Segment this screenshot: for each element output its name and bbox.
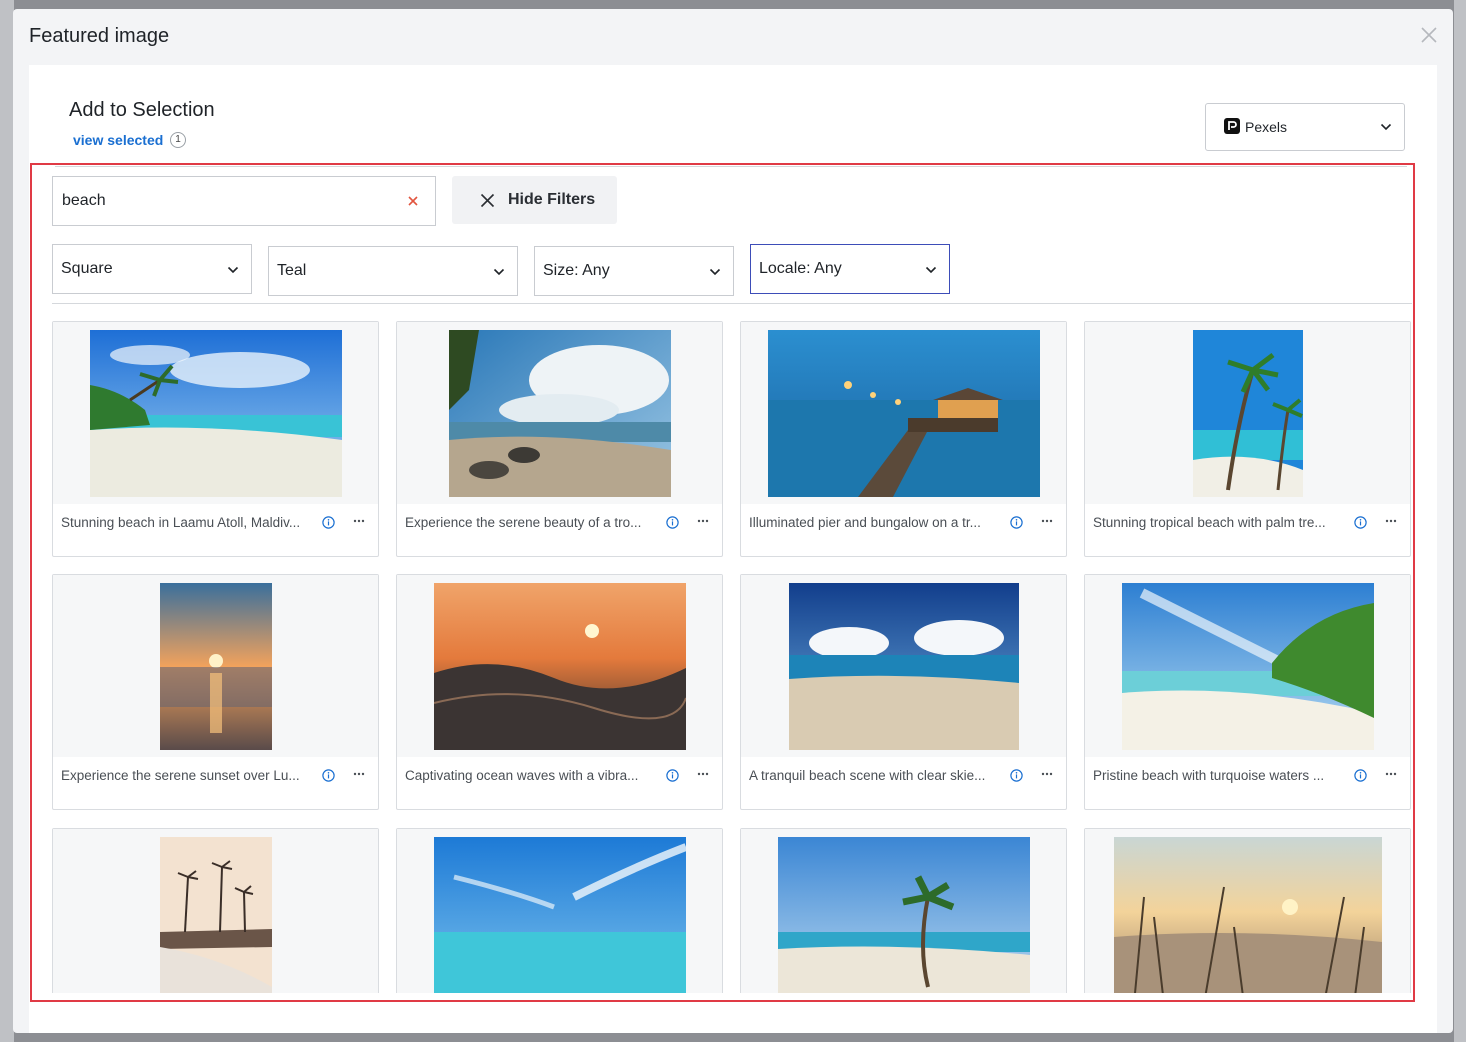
more-options-icon[interactable] <box>1384 767 1398 781</box>
chevron-down-icon <box>1380 123 1392 131</box>
dune-grass-photo-thumbnail[interactable] <box>1114 837 1382 993</box>
result-card[interactable]: Pristine beach with turquoise waters ... <box>1084 574 1411 810</box>
modal-title: Featured image <box>29 25 170 47</box>
info-icon[interactable] <box>666 516 679 529</box>
sunset-photo-thumbnail[interactable] <box>160 583 272 750</box>
results-grid: Stunning beach in Laamu Atoll, Maldiv...… <box>40 310 1420 993</box>
info-icon[interactable] <box>1010 769 1023 782</box>
thumbnail-area <box>1085 322 1410 504</box>
background-page-left <box>0 0 14 1042</box>
result-card[interactable]: Experience the serene beauty of a tro... <box>396 321 723 557</box>
more-options-icon[interactable] <box>352 767 366 781</box>
thumbnail-area <box>53 829 378 993</box>
orientation-filter-value: Square <box>61 260 113 277</box>
orientation-filter[interactable]: Square <box>52 244 252 294</box>
more-options-icon[interactable] <box>1040 767 1054 781</box>
thumbnail-area <box>741 575 1066 757</box>
thumbnail-area <box>53 322 378 504</box>
result-card[interactable]: Stunning tropical beach with palm tre... <box>1084 321 1411 557</box>
palm-silhouette-photo-thumbnail[interactable] <box>160 837 272 993</box>
turquoise-sea-photo-thumbnail[interactable] <box>434 837 686 993</box>
more-options-icon[interactable] <box>696 514 710 528</box>
thumbnail-area <box>397 575 722 757</box>
view-selected-link[interactable]: view selected <box>73 132 163 148</box>
info-icon[interactable] <box>666 769 679 782</box>
result-card[interactable]: Experience the serene sunset over Lu... <box>52 574 379 810</box>
selected-count-badge: 1 <box>170 132 186 148</box>
result-card[interactable]: A tranquil beach scene with clear skie..… <box>740 574 1067 810</box>
result-card[interactable]: Illuminated pier and bungalow on a tr... <box>740 321 1067 557</box>
filters-divider <box>52 303 1412 304</box>
ocean-waves-photo-thumbnail[interactable] <box>434 583 686 750</box>
pier-photo-thumbnail[interactable] <box>768 330 1040 497</box>
background-page-right <box>1454 0 1466 1042</box>
thumbnail-area <box>1085 829 1410 993</box>
info-icon[interactable] <box>322 769 335 782</box>
result-caption: Stunning beach in Laamu Atoll, Maldiv... <box>61 515 301 530</box>
info-icon[interactable] <box>322 516 335 529</box>
result-card[interactable]: Captivating ocean waves with a vibra... <box>396 574 723 810</box>
chevron-down-icon <box>493 268 505 276</box>
more-options-icon[interactable] <box>352 514 366 528</box>
color-filter-value: Teal <box>277 262 307 279</box>
locale-filter[interactable]: Locale: Any <box>750 244 950 294</box>
thumbnail-area <box>741 829 1066 993</box>
close-icon[interactable] <box>1417 23 1441 47</box>
tranquil-beach-photo-thumbnail[interactable] <box>789 583 1019 750</box>
result-card[interactable] <box>396 828 723 993</box>
result-card[interactable] <box>1084 828 1411 993</box>
thumbnail-area <box>1085 575 1410 757</box>
modal-header: Featured image <box>13 9 1453 65</box>
close-icon <box>480 193 495 208</box>
result-caption: Pristine beach with turquoise waters ... <box>1093 768 1325 783</box>
size-filter[interactable]: Size: Any <box>534 246 734 296</box>
result-caption: Illuminated pier and bungalow on a tr... <box>749 515 981 530</box>
windy-palm-photo-thumbnail[interactable] <box>778 837 1030 993</box>
thumbnail-area <box>741 322 1066 504</box>
info-icon[interactable] <box>1354 516 1367 529</box>
chevron-down-icon <box>709 268 721 276</box>
hide-filters-button[interactable]: Hide Filters <box>452 176 617 224</box>
source-select[interactable]: Pexels <box>1205 103 1405 151</box>
chevron-down-icon <box>227 266 239 274</box>
locale-filter-value: Locale: Any <box>759 260 842 277</box>
add-to-selection-heading: Add to Selection <box>69 99 215 121</box>
result-caption: Experience the serene beauty of a tro... <box>405 515 642 530</box>
result-caption: Stunning tropical beach with palm tre... <box>1093 515 1326 530</box>
pristine-beach-photo-thumbnail[interactable] <box>1122 583 1374 750</box>
result-caption: A tranquil beach scene with clear skie..… <box>749 768 986 783</box>
result-caption: Experience the serene sunset over Lu... <box>61 768 300 783</box>
source-select-value: Pexels <box>1245 119 1288 135</box>
chevron-down-icon <box>925 266 937 274</box>
thumbnail-area <box>53 575 378 757</box>
search-input[interactable]: beach <box>52 176 436 226</box>
thumbnail-area <box>397 829 722 993</box>
clear-search-icon[interactable] <box>407 195 419 207</box>
palm-beach-photo-thumbnail[interactable] <box>1193 330 1303 497</box>
more-options-icon[interactable] <box>1384 514 1398 528</box>
beach-photo-thumbnail[interactable] <box>90 330 342 497</box>
result-card[interactable]: Stunning beach in Laamu Atoll, Maldiv... <box>52 321 379 557</box>
result-card[interactable] <box>52 828 379 993</box>
result-caption: Captivating ocean waves with a vibra... <box>405 768 639 783</box>
more-options-icon[interactable] <box>696 767 710 781</box>
info-icon[interactable] <box>1354 769 1367 782</box>
result-card[interactable] <box>740 828 1067 993</box>
info-icon[interactable] <box>1010 516 1023 529</box>
more-options-icon[interactable] <box>1040 514 1054 528</box>
color-filter[interactable]: Teal <box>268 246 518 296</box>
search-input-value: beach <box>62 192 106 209</box>
pexels-logo-icon <box>1224 118 1240 134</box>
hide-filters-label: Hide Filters <box>508 191 596 208</box>
thumbnail-area <box>397 322 722 504</box>
beach-photo-thumbnail[interactable] <box>449 330 671 497</box>
size-filter-value: Size: Any <box>543 262 610 279</box>
